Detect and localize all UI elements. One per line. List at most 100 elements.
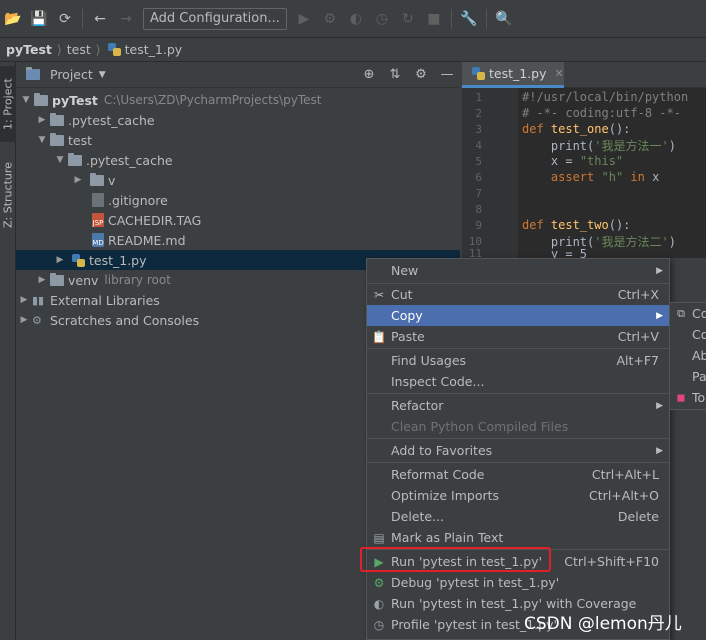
code-token: assert bbox=[550, 170, 595, 184]
tab-test-1-py[interactable]: test_1.py ✕ bbox=[462, 62, 564, 88]
tree-item-test[interactable]: ▼ test bbox=[16, 130, 460, 150]
code-token: def bbox=[522, 122, 544, 136]
tree-item-label: .pytest_cache bbox=[68, 112, 155, 128]
code-token: y = 5 bbox=[550, 249, 588, 258]
project-panel-header: Project ▼ ⊕ ⇅ ⚙ — bbox=[16, 62, 460, 88]
menu-item-new[interactable]: New ▶ bbox=[367, 260, 669, 281]
code-text: #!/usr/local/bin/python bbox=[522, 90, 689, 104]
locate-icon[interactable]: ⊕ bbox=[356, 67, 382, 82]
menu-item-reformat-code[interactable]: Reformat Code Ctrl+Alt+L bbox=[367, 464, 669, 485]
chevron-right-icon[interactable]: ▶ bbox=[72, 175, 84, 185]
menu-item-debug-pytest[interactable]: ⚙ Debug 'pytest in test_1.py' bbox=[367, 572, 669, 593]
menu-item-inspect-code[interactable]: Inspect Code... bbox=[367, 371, 669, 392]
folder-icon bbox=[34, 92, 48, 106]
collapse-all-icon[interactable]: ⇅ bbox=[382, 67, 408, 82]
chevron-down-icon[interactable]: ▼ bbox=[36, 135, 48, 145]
submenu-item-label: To bbox=[692, 390, 706, 405]
submenu-item-copy-path[interactable]: Co bbox=[670, 324, 706, 345]
structure-tool-tab[interactable]: Z: Structure bbox=[0, 154, 16, 236]
search-icon[interactable]: 🔍 bbox=[491, 6, 517, 32]
chevron-down-icon[interactable]: ▼ bbox=[54, 155, 66, 165]
submenu-item-label: Co bbox=[692, 306, 706, 321]
menu-item-find-usages[interactable]: Find Usages Alt+F7 bbox=[367, 350, 669, 371]
tree-item-gitignore[interactable]: .gitignore bbox=[16, 190, 460, 210]
open-folder-icon[interactable]: 📂 bbox=[0, 6, 26, 32]
wrench-icon[interactable]: 🔧 bbox=[456, 6, 482, 32]
code-line: 11 y = 5 bbox=[462, 249, 706, 258]
code-text: y = 5 bbox=[522, 249, 587, 258]
submenu-item-copy[interactable]: ⧉ Co bbox=[670, 303, 706, 324]
menu-item-mark-plain-text[interactable]: ▤ Mark as Plain Text bbox=[367, 527, 669, 548]
code-token: x = bbox=[550, 154, 580, 168]
code-text: def test_two(): bbox=[522, 218, 630, 232]
tree-item-path: C:\Users\ZD\PycharmProjects\pyTest bbox=[103, 93, 322, 107]
profile-icon: ◷ bbox=[373, 617, 385, 632]
code-token: print( bbox=[550, 234, 595, 249]
breadcrumb-file[interactable]: test_1.py bbox=[125, 42, 183, 57]
code-token: print( bbox=[550, 138, 595, 153]
project-tool-tab[interactable]: 1: Project bbox=[0, 66, 16, 142]
menu-item-label: Cut bbox=[391, 287, 413, 302]
tree-item-label: test bbox=[68, 132, 93, 148]
add-configuration-button[interactable]: Add Configuration... bbox=[143, 7, 287, 30]
stop-icon[interactable]: ■ bbox=[421, 6, 447, 32]
line-number: 8 bbox=[475, 202, 482, 216]
chevron-right-icon[interactable]: ▶ bbox=[54, 255, 66, 265]
project-panel-title[interactable]: Project bbox=[50, 67, 93, 82]
chevron-down-icon[interactable]: ▼ bbox=[20, 95, 32, 105]
breadcrumb-project[interactable]: pyTest bbox=[6, 42, 52, 57]
chevron-right-icon[interactable]: ▶ bbox=[18, 315, 30, 325]
tree-item-readme[interactable]: MD README.md bbox=[16, 230, 460, 250]
menu-item-label: Mark as Plain Text bbox=[391, 530, 504, 545]
menu-item-shortcut: Ctrl+V bbox=[617, 329, 659, 344]
submenu-item-label: Pa bbox=[692, 369, 706, 384]
folder-icon bbox=[90, 172, 104, 186]
gear-icon[interactable]: ⚙ bbox=[408, 67, 434, 82]
submenu-item-toolbox[interactable]: ◼ To bbox=[670, 387, 706, 408]
concurrency-icon[interactable]: ↻ bbox=[395, 6, 421, 32]
tree-item-label: venv bbox=[68, 272, 99, 288]
profile-icon[interactable]: ◷ bbox=[369, 6, 395, 32]
line-number: 2 bbox=[475, 106, 482, 120]
forward-arrow-icon[interactable]: → bbox=[113, 6, 139, 32]
menu-item-copy[interactable]: Copy ▶ bbox=[367, 305, 669, 326]
tree-item-pytest[interactable]: ▼ pyTest C:\Users\ZD\PycharmProjects\pyT… bbox=[16, 90, 460, 110]
coverage-icon[interactable]: ◐ bbox=[343, 6, 369, 32]
menu-item-delete[interactable]: Delete... Delete bbox=[367, 506, 669, 527]
tree-item-pytest-cache[interactable]: ▶ .pytest_cache bbox=[16, 110, 460, 130]
save-icon[interactable]: 💾 bbox=[26, 6, 52, 32]
toolbar-separator bbox=[82, 8, 83, 29]
tree-item-v[interactable]: ▶ v bbox=[16, 170, 460, 190]
context-menu: New ▶ ✂ Cut Ctrl+X Copy ▶ 📋 Paste Ctrl+V… bbox=[366, 258, 670, 640]
markdown-file-icon: MD bbox=[92, 233, 104, 247]
menu-item-clean-compiled[interactable]: Clean Python Compiled Files bbox=[367, 416, 669, 437]
code-editor[interactable]: 1 #!/usr/local/bin/python 2 # -*- coding… bbox=[462, 88, 706, 258]
annotation-highlight-box bbox=[360, 547, 551, 572]
breadcrumb-folder[interactable]: test bbox=[67, 42, 91, 57]
submenu-item-path[interactable]: Pa bbox=[670, 366, 706, 387]
chevron-right-icon[interactable]: ▶ bbox=[36, 115, 48, 125]
run-icon[interactable]: ▶ bbox=[291, 6, 317, 32]
line-number: 9 bbox=[475, 218, 482, 232]
menu-item-label: Clean Python Compiled Files bbox=[391, 419, 569, 434]
tree-item-test-pytest-cache[interactable]: ▼ .pytest_cache bbox=[16, 150, 460, 170]
submenu-item-absolute-path[interactable]: Ab bbox=[670, 345, 706, 366]
sync-icon[interactable]: ⟳ bbox=[52, 6, 78, 32]
tree-item-cachedir[interactable]: JSP CACHEDIR.TAG bbox=[16, 210, 460, 230]
menu-item-refactor[interactable]: Refactor ▶ bbox=[367, 395, 669, 416]
menu-item-cut[interactable]: ✂ Cut Ctrl+X bbox=[367, 284, 669, 305]
chevron-right-icon[interactable]: ▶ bbox=[18, 295, 30, 305]
main-toolbar: 📂 💾 ⟳ ← → Add Configuration... ▶ ⚙ ◐ ◷ ↻… bbox=[0, 0, 706, 38]
menu-item-add-to-favorites[interactable]: Add to Favorites ▶ bbox=[367, 440, 669, 461]
minimize-icon[interactable]: — bbox=[434, 67, 460, 82]
back-arrow-icon[interactable]: ← bbox=[87, 6, 113, 32]
copy-submenu: ⧉ Co Co Ab Pa ◼ To bbox=[669, 302, 706, 410]
debug-icon[interactable]: ⚙ bbox=[317, 6, 343, 32]
menu-item-paste[interactable]: 📋 Paste Ctrl+V bbox=[367, 326, 669, 347]
folder-icon bbox=[50, 132, 64, 146]
close-icon[interactable]: ✕ bbox=[555, 67, 564, 80]
chevron-right-icon[interactable]: ▶ bbox=[36, 275, 48, 285]
chevron-down-icon[interactable]: ▼ bbox=[99, 70, 106, 80]
code-line: 9 def test_two(): bbox=[462, 217, 706, 233]
menu-item-optimize-imports[interactable]: Optimize Imports Ctrl+Alt+O bbox=[367, 485, 669, 506]
